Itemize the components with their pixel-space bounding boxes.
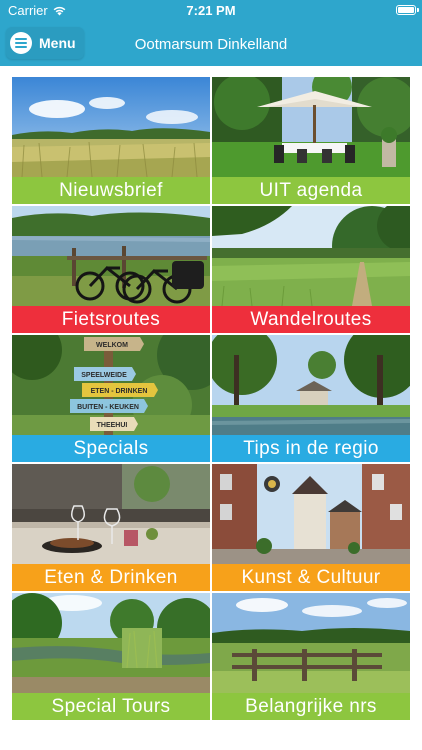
tile-special-tours[interactable]: Special Tours — [12, 593, 210, 720]
signpost-sign-theehuis: THEEHUI — [97, 422, 128, 429]
wooden-signpost-photo: WELKOM SPEELWEIDE ETEN - DRINKEN BUITEN … — [12, 335, 210, 435]
tile-nieuwsbrief[interactable]: Nieuwsbrief — [12, 77, 210, 204]
tile-belangrijke-nrs[interactable]: Belangrijke nrs — [212, 593, 410, 720]
status-time: 7:21 PM — [186, 3, 236, 18]
signpost-sign-speelweide: SPEELWEIDE — [81, 372, 127, 379]
tile-kunst-en-cultuur[interactable]: Kunst & Cultuur — [212, 464, 410, 591]
signpost-sign-welkom: WELKOM — [96, 342, 128, 349]
signpost-sign-buiten-keuken: BUITEN - KEUKEN — [77, 404, 139, 411]
bicycles-by-river-photo — [12, 206, 210, 306]
tile-label: Specials — [12, 435, 210, 462]
tile-uit-agenda[interactable]: UIT agenda — [212, 77, 410, 204]
menu-label: Menu — [39, 35, 76, 51]
tile-label: UIT agenda — [212, 177, 410, 204]
tile-specials[interactable]: WELKOM SPEELWEIDE ETEN - DRINKEN BUITEN … — [12, 335, 210, 462]
grass-field-photo — [12, 77, 210, 177]
tile-label: Fietsroutes — [12, 306, 210, 333]
tile-fietsroutes[interactable]: Fietsroutes — [12, 206, 210, 333]
tile-wandelroutes[interactable]: Wandelroutes — [212, 206, 410, 333]
country-estate-pond-photo — [212, 335, 410, 435]
fence-pasture-photo — [212, 593, 410, 693]
tile-label: Tips in de regio — [212, 435, 410, 462]
battery-icon — [396, 5, 419, 15]
tile-label: Eten & Drinken — [12, 564, 210, 591]
tile-label: Belangrijke nrs — [212, 693, 410, 720]
village-street-photo — [212, 464, 410, 564]
tile-label: Nieuwsbrief — [12, 177, 210, 204]
hamburger-menu-icon — [10, 32, 32, 54]
menu-button[interactable]: Menu — [6, 27, 84, 59]
stream-woodland-photo — [12, 593, 210, 693]
tile-eten-en-drinken[interactable]: Eten & Drinken — [12, 464, 210, 591]
app-header: Carrier 7:21 PM Menu Ootmarsum Dinkellan… — [0, 0, 422, 66]
tile-label: Special Tours — [12, 693, 210, 720]
status-bar: Carrier 7:21 PM — [0, 0, 422, 22]
app-title: Ootmarsum Dinkelland — [134, 36, 288, 53]
garden-terrace-umbrella-photo — [212, 77, 410, 177]
tile-label: Kunst & Cultuur — [212, 564, 410, 591]
meadow-path-trees-photo — [212, 206, 410, 306]
restaurant-table-photo — [12, 464, 210, 564]
tile-label: Wandelroutes — [212, 306, 410, 333]
tile-tips-in-de-regio[interactable]: Tips in de regio — [212, 335, 410, 462]
signpost-sign-eten-drinken: ETEN - DRINKEN — [91, 388, 148, 395]
